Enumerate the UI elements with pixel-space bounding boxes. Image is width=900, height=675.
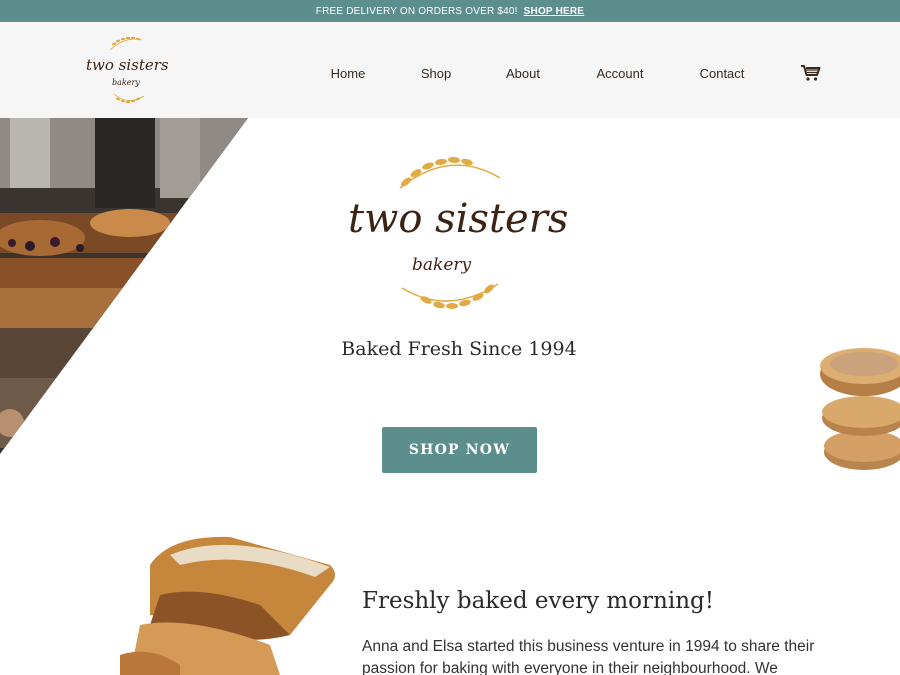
svg-text:two sisters: two sisters — [348, 196, 568, 242]
site-header: two sisters bakery Home Shop About Accou… — [0, 22, 900, 118]
shop-now-button[interactable]: SHOP NOW — [382, 427, 537, 473]
svg-text:bakery: bakery — [412, 255, 472, 275]
nav-home[interactable]: Home — [331, 66, 366, 81]
nav-shop[interactable]: Shop — [421, 66, 451, 81]
main-nav: Home Shop About Account Contact — [0, 64, 900, 82]
hero-pastry-image — [0, 118, 248, 454]
nav-account[interactable]: Account — [597, 66, 644, 81]
hero-logo: two sisters bakery — [348, 156, 568, 309]
nav-about[interactable]: About — [506, 66, 540, 81]
hero-pie-image — [820, 348, 900, 470]
nav-contact[interactable]: Contact — [700, 66, 745, 81]
announcement-text: FREE DELIVERY ON ORDERS OVER $40! — [315, 5, 518, 17]
about-heading: Freshly baked every morning! — [362, 588, 714, 614]
bread-image — [120, 536, 335, 675]
about-text: Anna and Elsa started this business vent… — [362, 638, 815, 675]
shop-here-link[interactable]: SHOP HERE — [524, 6, 585, 17]
cart-icon[interactable] — [800, 64, 822, 82]
announcement-bar: FREE DELIVERY ON ORDERS OVER $40! SHOP H… — [0, 0, 900, 22]
hero-tagline: Baked Fresh Since 1994 — [341, 338, 577, 360]
